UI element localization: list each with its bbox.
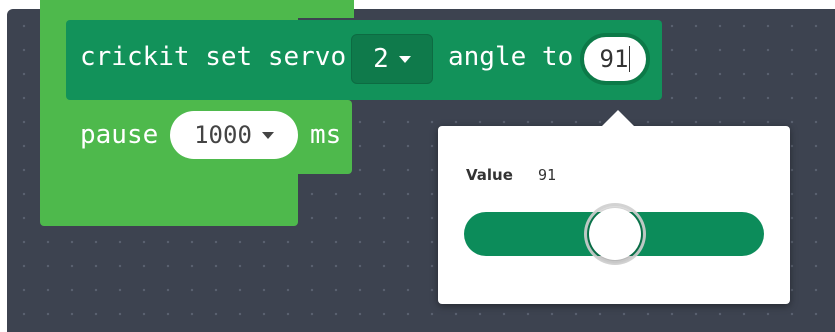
angle-slider-thumb[interactable] bbox=[589, 208, 641, 260]
value-readout: 91 bbox=[538, 166, 557, 184]
angle-input[interactable]: 91 bbox=[580, 33, 650, 85]
ms-unit-label: ms bbox=[310, 120, 342, 150]
angle-label: angle to bbox=[448, 42, 574, 72]
loop-block-top bbox=[66, 0, 354, 18]
pause-duration-value: 1000 bbox=[194, 121, 252, 149]
pause-label: pause bbox=[80, 120, 159, 150]
chevron-down-icon bbox=[398, 55, 411, 63]
pause-duration-dropdown[interactable]: 1000 bbox=[170, 111, 298, 159]
servo-number-value: 2 bbox=[373, 44, 389, 74]
popup-arrow bbox=[600, 110, 636, 128]
servo-number-dropdown[interactable]: 2 bbox=[351, 34, 433, 84]
servo-block-label: crickit set servo bbox=[80, 42, 347, 72]
angle-input-value: 91 bbox=[599, 45, 629, 73]
text-cursor bbox=[629, 46, 631, 72]
value-label: Value bbox=[466, 166, 513, 184]
chevron-down-icon bbox=[261, 131, 274, 139]
